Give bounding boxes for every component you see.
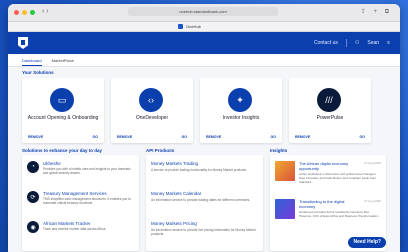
item-title: African Markets Tracker — [43, 221, 91, 226]
card-title: Investor Insights — [222, 115, 260, 121]
your-solutions-title: Your Solutions — [22, 70, 54, 75]
window-controls — [14, 10, 35, 15]
item-title: Treasury Management Services — [43, 191, 107, 196]
item-desc: Arthur Goldstuck in discussion with glob… — [299, 172, 377, 184]
solution-card[interactable]: ‹› OneDeveloper REMOVE GO — [111, 78, 193, 143]
user-icon[interactable]: ⚇ — [355, 40, 359, 46]
solution-cards: ▭ Account Opening & Onboarding REMOVE GO… — [22, 78, 371, 143]
solution-card[interactable]: ✦ Investor Insights REMOVE GO — [200, 78, 282, 143]
enhance-panel: ◔ Ukheshe Provides you with a holistic v… — [22, 155, 139, 251]
browser-tab-bar: OneHub — [8, 22, 400, 32]
section-tabs: Dashboard MarketPlace — [8, 54, 400, 67]
enhance-title: Solutions to enhance your day to day — [22, 148, 103, 153]
remove-button[interactable]: REMOVE — [206, 135, 221, 139]
go-button[interactable]: GO — [182, 135, 187, 139]
card-actions: REMOVE GO — [117, 135, 187, 139]
api-products-title: API Products — [146, 148, 175, 153]
item-desc: An information service to provide tradin… — [151, 198, 251, 202]
browser-toolbar: ‹ › onehub.standardbank.com ⇪ + ⧉ — [8, 4, 400, 22]
go-button[interactable]: GO — [93, 135, 98, 139]
browser-window: ‹ › onehub.standardbank.com ⇪ + ⧉ OneHub… — [8, 4, 400, 252]
list-item[interactable]: Transitioning to the digital economy 17 … — [275, 199, 381, 227]
chart-icon: ◔ — [27, 161, 39, 173]
remove-button[interactable]: REMOVE — [295, 135, 310, 139]
minimize-window-button[interactable] — [22, 10, 27, 15]
tab-dashboard[interactable]: Dashboard — [22, 54, 42, 66]
divider — [345, 39, 347, 47]
item-title: The African digital economy opportunity — [299, 161, 349, 171]
refresh-icon: ⟳ — [27, 191, 39, 203]
list-item[interactable]: Money Markets Pricing An information ser… — [151, 221, 258, 236]
browser-tab[interactable]: OneHub — [186, 24, 201, 29]
map-icon: ◉ — [27, 221, 39, 233]
card-title: OneDeveloper — [135, 115, 169, 121]
close-window-button[interactable] — [14, 10, 19, 15]
card-actions: REMOVE GO — [295, 135, 365, 139]
monitor-icon: ▭ — [50, 88, 74, 112]
remove-button[interactable]: REMOVE — [117, 135, 132, 139]
menu-icon[interactable]: ≡ — [387, 40, 390, 46]
app-header: Contact us ⚇ Sean ≡ — [8, 32, 400, 54]
item-desc: Track and monitor market data across Afr… — [43, 227, 107, 231]
go-button[interactable]: GO — [360, 135, 365, 139]
api-panel: Money Markets Trading A service to provi… — [146, 155, 263, 251]
item-title: Ukheshe — [43, 161, 61, 166]
need-help-button[interactable]: Need Help? — [348, 237, 386, 248]
item-title: Money Markets Calendar — [151, 191, 202, 196]
user-menu[interactable]: Sean — [367, 40, 379, 46]
item-desc: A service to provide trading functionali… — [151, 168, 247, 172]
info-panels: ◔ Ukheshe Provides you with a holistic v… — [22, 155, 386, 251]
address-bar[interactable]: onehub.standardbank.com — [128, 7, 278, 16]
card-actions: REMOVE GO — [206, 135, 276, 139]
tab-marketplace[interactable]: MarketPlace — [52, 54, 74, 66]
header-actions: Contact us ⚇ Sean ≡ — [314, 39, 390, 47]
item-title: Money Markets Pricing — [151, 221, 197, 226]
item-title: Transitioning to the digital economy — [299, 199, 345, 209]
item-desc: Provides you with a holistic view and in… — [43, 167, 131, 175]
card-actions: REMOVE GO — [28, 135, 98, 139]
solution-card[interactable]: ▭ Account Opening & Onboarding REMOVE GO — [22, 78, 104, 143]
back-forward-icon[interactable]: ‹ › — [42, 8, 49, 15]
article-thumbnail — [275, 199, 295, 219]
item-desc: Acclaimed journalist Arthur Goldstuck in… — [299, 210, 381, 218]
list-item[interactable]: Money Markets Calendar An information se… — [151, 191, 258, 202]
lightbulb-icon: ✦ — [228, 88, 252, 112]
card-title: PowerPulse — [316, 115, 344, 121]
dashboard-content: Your Solutions ▭ Account Opening & Onboa… — [8, 67, 400, 252]
browser-actions-icon[interactable]: ⇪ + ⧉ — [361, 8, 392, 16]
stripes-icon: /// — [317, 88, 341, 112]
insights-title: Insights — [270, 148, 288, 153]
article-thumbnail — [275, 161, 295, 181]
item-desc: TMS simplifies cash management structure… — [43, 197, 131, 205]
contact-us-link[interactable]: Contact us — [314, 40, 338, 46]
card-title: Account Opening & Onboarding — [27, 115, 99, 121]
shield-logo-icon[interactable] — [18, 37, 28, 49]
item-date: 17 Aug 2020 — [364, 161, 381, 165]
solution-card[interactable]: /// PowerPulse REMOVE GO — [289, 78, 371, 143]
item-desc: An information service to provide live p… — [151, 228, 256, 236]
favicon-icon — [178, 24, 183, 29]
list-item[interactable]: Money Markets Trading A service to provi… — [151, 161, 258, 172]
desktop-background: ‹ › onehub.standardbank.com ⇪ + ⧉ OneHub… — [0, 0, 408, 252]
remove-button[interactable]: REMOVE — [28, 135, 43, 139]
item-date: 17 Aug 2020 — [364, 199, 381, 203]
item-title: Money Markets Trading — [151, 161, 199, 166]
list-item[interactable]: The African digital economy opportunity … — [275, 161, 381, 189]
go-button[interactable]: GO — [271, 135, 276, 139]
maximize-window-button[interactable] — [30, 10, 35, 15]
code-icon: ‹› — [139, 88, 163, 112]
